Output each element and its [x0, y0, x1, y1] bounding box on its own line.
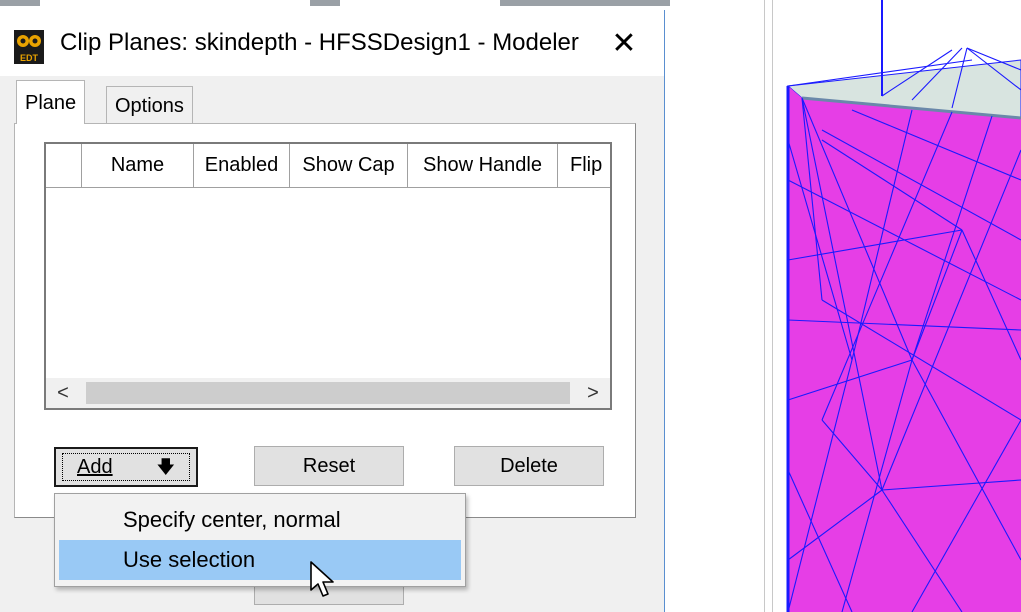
arrow-down-icon: 🡇: [156, 457, 175, 477]
column-header-show-cap[interactable]: Show Cap: [290, 144, 408, 188]
close-icon[interactable]: ✕: [604, 24, 644, 64]
add-dropdown-menu: Specify center, normal Use selection: [54, 493, 466, 587]
dialog-title: Clip Planes: skindepth - HFSSDesign1 - M…: [60, 29, 579, 56]
background-toolbar-mark: [0, 0, 40, 6]
viewport-border: [772, 0, 773, 612]
column-header-select[interactable]: [46, 144, 82, 188]
add-button[interactable]: Add 🡇: [54, 447, 198, 487]
column-header-enabled[interactable]: Enabled: [194, 144, 290, 188]
column-header-flip[interactable]: Flip: [558, 144, 610, 188]
table-header-row: Name Enabled Show Cap Show Handle Flip: [46, 144, 610, 188]
background-toolbar-mark: [500, 0, 670, 6]
scroll-left-icon[interactable]: <: [46, 378, 80, 408]
column-header-name[interactable]: Name: [82, 144, 194, 188]
ansys-edt-app-icon: EDT: [14, 30, 44, 64]
dialog-titlebar[interactable]: EDT Clip Planes: skindepth - HFSSDesign1…: [0, 10, 664, 76]
mesh-model-graphic: [786, 0, 1021, 612]
horizontal-scrollbar[interactable]: < >: [46, 378, 610, 408]
scroll-right-icon[interactable]: >: [576, 378, 610, 408]
add-button-focus-rect: Add 🡇: [62, 453, 190, 481]
clip-planes-table[interactable]: Name Enabled Show Cap Show Handle Flip <…: [44, 142, 612, 410]
viewport-border: [764, 0, 765, 612]
scrollbar-thumb[interactable]: [86, 382, 570, 404]
svg-text:EDT: EDT: [20, 53, 39, 63]
reset-button[interactable]: Reset: [254, 446, 404, 486]
menu-item-specify-center-normal[interactable]: Specify center, normal: [59, 500, 461, 540]
delete-button[interactable]: Delete: [454, 446, 604, 486]
modeler-3d-viewport[interactable]: [762, 0, 1021, 612]
mouse-cursor-icon: [310, 561, 334, 597]
tab-options[interactable]: Options: [106, 86, 193, 124]
column-header-show-handle[interactable]: Show Handle: [408, 144, 558, 188]
background-toolbar-mark: [310, 0, 340, 6]
menu-item-use-selection[interactable]: Use selection: [59, 540, 461, 580]
add-button-label: Add: [77, 456, 113, 478]
tab-plane[interactable]: Plane: [16, 80, 86, 124]
